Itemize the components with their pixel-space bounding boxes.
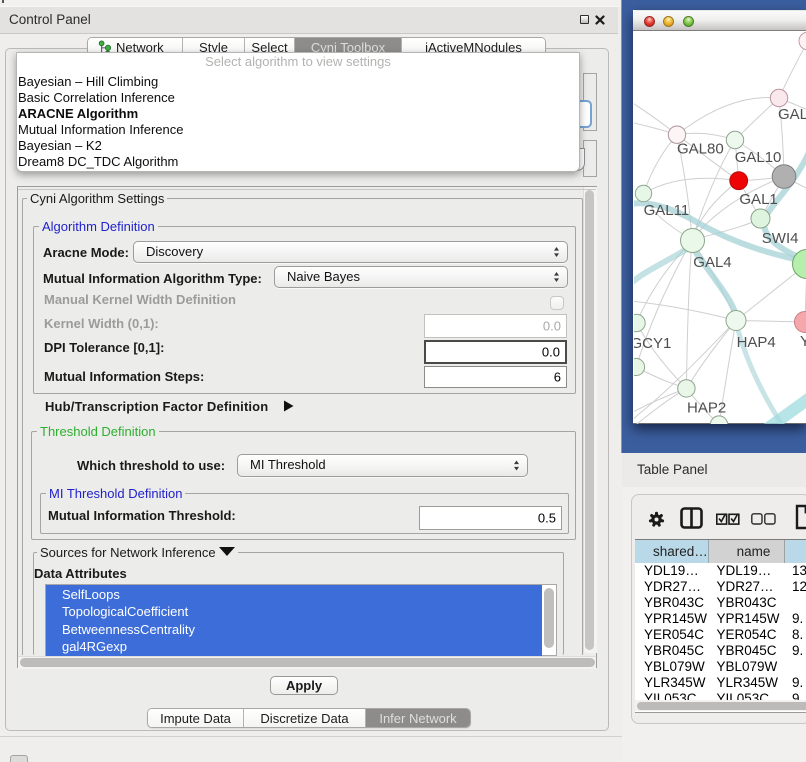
svg-text:GAL11: GAL11 — [644, 202, 690, 219]
svg-text:GCY1: GCY1 — [634, 335, 671, 352]
svg-text:GAL80: GAL80 — [677, 141, 724, 158]
svg-text:Y: Y — [800, 333, 806, 350]
svg-text:HAP4: HAP4 — [737, 334, 776, 351]
svg-text:GAL1: GAL1 — [739, 191, 777, 208]
svg-text:GAL4: GAL4 — [693, 254, 731, 271]
svg-text:SWI4: SWI4 — [762, 230, 799, 247]
svg-text:GAL2: GAL2 — [778, 106, 806, 123]
svg-text:HAP2: HAP2 — [687, 400, 726, 417]
svg-text:GAL10: GAL10 — [735, 149, 782, 166]
